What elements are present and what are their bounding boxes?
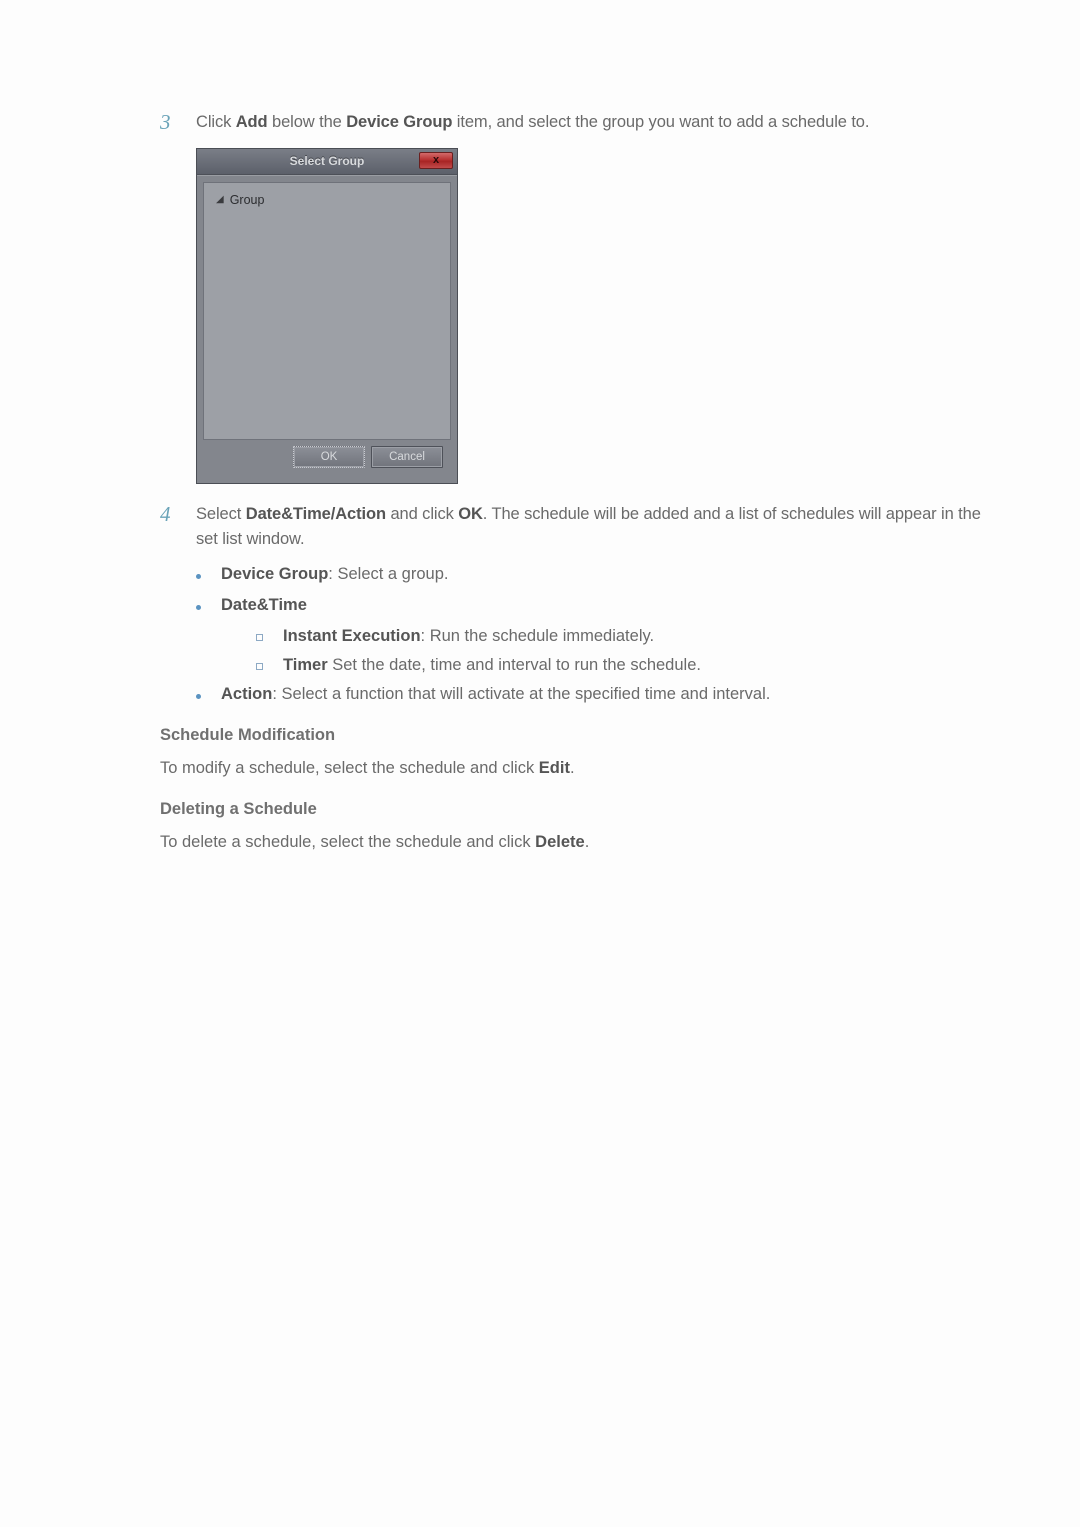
bold-device-group: Device Group: [346, 113, 452, 131]
close-icon: x: [433, 155, 439, 166]
text: : Select a function that will activate a…: [272, 685, 770, 703]
step-text: Click Add below the Device Group item, a…: [196, 110, 869, 136]
heading-schedule-modification: Schedule Modification: [160, 726, 990, 745]
dialog-body: ◢ Group OK Cancel: [197, 175, 457, 483]
list-item: Instant Execution: Run the schedule imme…: [256, 627, 990, 646]
paragraph: To delete a schedule, select the schedul…: [160, 833, 990, 852]
list-text: Action: Select a function that will acti…: [221, 685, 770, 704]
bullet-icon: [196, 574, 201, 579]
step-text: Select Date&Time/Action and click OK. Th…: [196, 502, 990, 553]
cancel-label: Cancel: [389, 451, 425, 463]
bold: Device Group: [221, 565, 328, 583]
select-group-dialog: Select Group x ◢ Group OK Cancel: [196, 148, 458, 484]
bold: Timer: [283, 656, 328, 674]
list-item: Device Group: Select a group.: [196, 565, 990, 584]
text: Set the date, time and interval to run t…: [328, 656, 701, 674]
bold-delete: Delete: [535, 833, 585, 851]
text: To modify a schedule, select the schedul…: [160, 759, 539, 777]
list-text: Device Group: Select a group.: [221, 565, 448, 584]
ok-label: OK: [321, 451, 338, 463]
list-text: Date&Time: [221, 596, 307, 615]
bold: Instant Execution: [283, 627, 421, 645]
group-tree[interactable]: ◢ Group: [203, 182, 451, 440]
step4-sublist: Device Group: Select a group. Date&Time …: [196, 565, 990, 704]
paragraph: To modify a schedule, select the schedul…: [160, 759, 990, 778]
step-3: 3 Click Add below the Device Group item,…: [160, 110, 990, 136]
list-item: Timer Set the date, time and interval to…: [256, 656, 990, 675]
bold-edit: Edit: [539, 759, 570, 777]
dialog-titlebar: Select Group x: [197, 149, 457, 175]
text: below the: [268, 113, 347, 131]
bold: Action: [221, 685, 272, 703]
bold: Date&Time: [221, 596, 307, 614]
text: .: [570, 759, 575, 777]
text: To delete a schedule, select the schedul…: [160, 833, 535, 851]
ok-button[interactable]: OK: [293, 446, 365, 468]
list-item: Date&Time: [196, 596, 990, 615]
tree-item-label: Group: [230, 193, 265, 207]
list-text: Timer Set the date, time and interval to…: [283, 656, 701, 675]
list-text: Instant Execution: Run the schedule imme…: [283, 627, 654, 646]
text: item, and select the group you want to a…: [452, 113, 869, 131]
bullet-icon: [196, 605, 201, 610]
text: and click: [386, 505, 458, 523]
cancel-button[interactable]: Cancel: [371, 446, 443, 468]
dialog-footer: OK Cancel: [203, 440, 451, 474]
close-button[interactable]: x: [419, 152, 453, 169]
text: .: [585, 833, 590, 851]
expand-icon: ◢: [216, 194, 224, 205]
square-bullet-icon: [256, 663, 263, 670]
heading-deleting-schedule: Deleting a Schedule: [160, 800, 990, 819]
nested-list: Instant Execution: Run the schedule imme…: [256, 627, 990, 675]
square-bullet-icon: [256, 634, 263, 641]
text: : Run the schedule immediately.: [421, 627, 655, 645]
step-number: 4: [160, 502, 178, 553]
step-number: 3: [160, 110, 178, 136]
list-item: Action: Select a function that will acti…: [196, 685, 990, 704]
bullet-icon: [196, 694, 201, 699]
bold-ok: OK: [458, 505, 483, 523]
text: : Select a group.: [328, 565, 448, 583]
step-4: 4 Select Date&Time/Action and click OK. …: [160, 502, 990, 553]
bold-dta: Date&Time/Action: [246, 505, 386, 523]
text: Click: [196, 113, 236, 131]
tree-item-group[interactable]: ◢ Group: [216, 193, 438, 207]
bold-add: Add: [236, 113, 268, 131]
text: Select: [196, 505, 246, 523]
dialog-title: Select Group: [290, 154, 365, 168]
